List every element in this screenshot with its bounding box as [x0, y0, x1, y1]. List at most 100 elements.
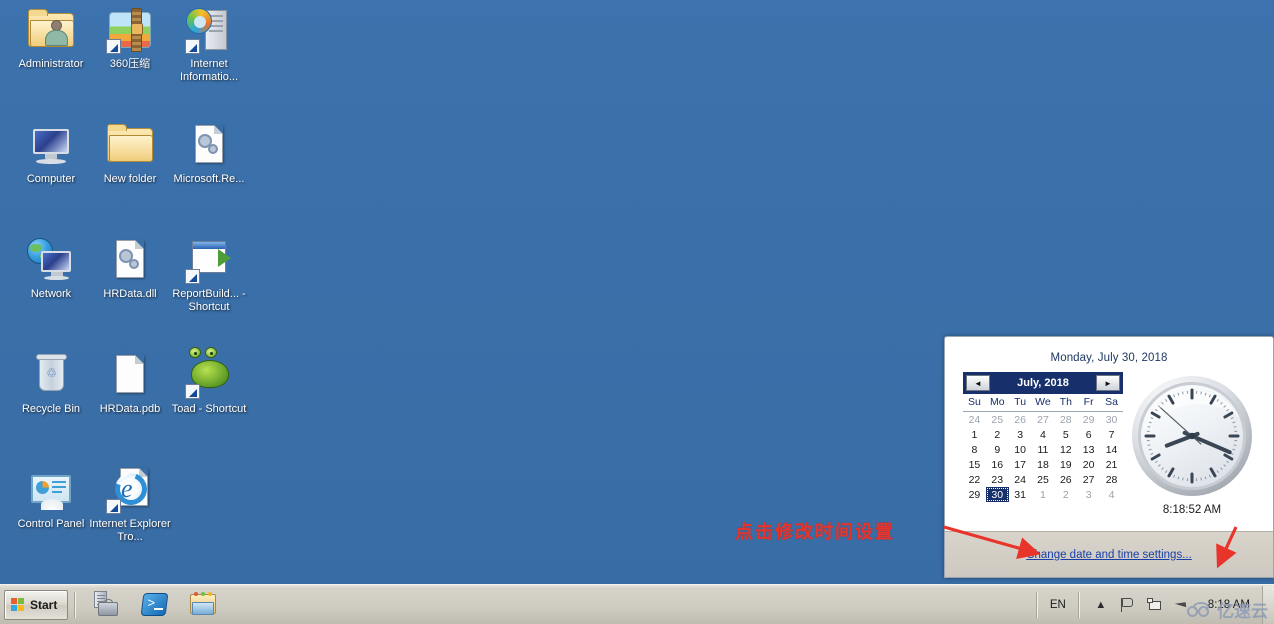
calendar-day[interactable]: 17 [1009, 457, 1032, 472]
calendar-day[interactable]: 26 [1054, 472, 1077, 487]
calendar-weekday: Su [963, 394, 986, 412]
network-icon[interactable] [1146, 597, 1163, 613]
iis-server-icon [185, 6, 233, 54]
calendar-day[interactable]: 12 [1054, 442, 1077, 457]
quick-launch-bar: > [92, 590, 218, 620]
calendar-day[interactable]: 7 [1100, 427, 1123, 442]
calendar-weekday: Th [1054, 394, 1078, 412]
calendar-day[interactable]: 31 [1009, 487, 1032, 502]
calendar-day[interactable]: 15 [963, 457, 986, 472]
calendar-day[interactable]: 28 [1054, 412, 1077, 428]
desktop-icon-microsoft-re-dll[interactable]: Microsoft.Re... [168, 121, 250, 186]
calendar-day[interactable]: 14 [1100, 442, 1123, 457]
taskbar-divider [74, 591, 77, 618]
tray-divider [1035, 591, 1038, 618]
windows-logo-icon [11, 597, 26, 612]
calendar-weekday: We [1031, 394, 1055, 412]
windows-explorer-icon[interactable] [188, 590, 218, 620]
calendar-day[interactable]: 9 [986, 442, 1009, 457]
report-builder-icon [185, 236, 233, 284]
calendar-day-selected[interactable]: 30 [985, 487, 1009, 502]
desktop-icon-computer[interactable]: Computer [10, 121, 92, 186]
desktop-icon-label: Recycle Bin [21, 403, 81, 415]
flyout-footer: Change date and time settings... [945, 531, 1273, 577]
change-date-time-settings-link[interactable]: Change date and time settings... [1026, 549, 1192, 561]
calendar-day[interactable]: 4 [1032, 427, 1055, 442]
calendar-day[interactable]: 20 [1077, 457, 1100, 472]
calendar-day[interactable]: 11 [1032, 442, 1055, 457]
language-indicator[interactable]: EN [1043, 599, 1073, 611]
calendar-weekday: Mo [985, 394, 1009, 412]
desktop-icon-label: Computer [26, 173, 76, 185]
calendar-weekday: Fr [1077, 394, 1101, 412]
calendar-next-button[interactable]: ► [1096, 375, 1120, 391]
desktop-icon-360zip[interactable]: 360压缩 [89, 6, 171, 71]
powershell-icon[interactable]: > [140, 590, 170, 620]
desktop-icon-toad-shortcut[interactable]: Toad - Shortcut [168, 347, 250, 416]
folder-icon [106, 121, 154, 169]
calendar-week-row: 24 25 26 27 28 29 30 [963, 412, 1123, 428]
calendar-day[interactable]: 1 [963, 427, 986, 442]
calendar-grid: Su Mo Tu We Th Fr Sa 24 25 26 27 28 29 30 1 2 3 4 5 6 7 8 9 10… [963, 394, 1123, 502]
desktop-icon-internet-explorer-troubleshoot[interactable]: e Internet Explorer Tro... [89, 466, 171, 544]
calendar-day[interactable]: 29 [963, 487, 986, 502]
calendar-month-title[interactable]: July, 2018 [1017, 377, 1069, 389]
calendar-day[interactable]: 8 [963, 442, 986, 457]
calendar-day[interactable]: 5 [1054, 427, 1077, 442]
calendar-day[interactable]: 21 [1100, 457, 1123, 472]
desktop-icon-internet-information-services[interactable]: Internet Informatio... [168, 6, 250, 84]
zip-archive-icon [106, 6, 154, 54]
desktop-icon-new-folder[interactable]: New folder [89, 121, 171, 186]
calendar-day[interactable]: 16 [986, 457, 1009, 472]
calendar-day[interactable]: 19 [1054, 457, 1077, 472]
calendar-day[interactable]: 2 [986, 427, 1009, 442]
digital-time-label: 8:18:52 AM [1162, 504, 1222, 516]
desktop-icon-hrdata-pdb[interactable]: HRData.pdb [89, 351, 171, 416]
calendar-day[interactable]: 1 [1032, 487, 1055, 502]
calendar-day[interactable]: 30 [1100, 412, 1123, 428]
calendar-day[interactable]: 13 [1077, 442, 1100, 457]
calendar-day[interactable]: 27 [1077, 472, 1100, 487]
control-panel-icon [27, 466, 75, 514]
calendar-day[interactable]: 29 [1077, 412, 1100, 428]
cloud-logo-icon [1187, 602, 1213, 617]
calendar-prev-button[interactable]: ◄ [966, 375, 990, 391]
calendar-day[interactable]: 23 [986, 472, 1009, 487]
action-center-flag-icon[interactable] [1120, 597, 1136, 613]
desktop-icon-label: 360压缩 [109, 58, 151, 70]
calendar-header: ◄ July, 2018 ► [963, 372, 1123, 394]
calendar-day[interactable]: 18 [1032, 457, 1055, 472]
shortcut-badge-icon [185, 269, 200, 284]
calendar-day[interactable]: 27 [1032, 412, 1055, 428]
start-button[interactable]: Start [4, 589, 69, 620]
desktop-icon-label: ReportBuild... - Shortcut [172, 288, 246, 313]
desktop-icon-reportbuilder-shortcut[interactable]: ReportBuild... - Shortcut [168, 236, 250, 314]
calendar-day[interactable]: 2 [1054, 487, 1077, 502]
desktop-icon-hrdata-dll[interactable]: HRData.dll [89, 236, 171, 301]
calendar-day[interactable]: 25 [986, 412, 1009, 428]
calendar-day[interactable]: 3 [1077, 487, 1100, 502]
calendar-day[interactable]: 24 [963, 412, 986, 428]
calendar-day[interactable]: 26 [1009, 412, 1032, 428]
desktop-icon-administrator[interactable]: Administrator [10, 6, 92, 71]
full-date-heading: Monday, July 30, 2018 [1050, 352, 1168, 364]
desktop-icon-control-panel[interactable]: Control Panel [10, 466, 92, 531]
calendar-day[interactable]: 22 [963, 472, 986, 487]
desktop-icon-label: Administrator [18, 58, 84, 70]
desktop-icon-network[interactable]: Network [10, 236, 92, 301]
calendar-day[interactable]: 3 [1009, 427, 1032, 442]
annotation-text: 点击修改时间设置 [735, 522, 895, 543]
server-manager-icon[interactable] [92, 590, 122, 620]
desktop-icon-label: Microsoft.Re... [173, 173, 245, 185]
calendar-day[interactable]: 28 [1100, 472, 1123, 487]
calendar-week-row: 15 16 17 18 19 20 21 [963, 457, 1123, 472]
calendar-day[interactable]: 24 [1009, 472, 1032, 487]
calendar-day[interactable]: 6 [1077, 427, 1100, 442]
desktop-icon-recycle-bin[interactable]: ♲ Recycle Bin [10, 351, 92, 416]
internet-explorer-icon: e [106, 466, 154, 514]
calendar-day[interactable]: 25 [1032, 472, 1055, 487]
dll-document-icon [106, 236, 154, 284]
calendar-day[interactable]: 4 [1100, 487, 1123, 502]
show-hidden-icons-chevron-icon[interactable]: ▲ [1093, 597, 1109, 613]
calendar-day[interactable]: 10 [1009, 442, 1032, 457]
